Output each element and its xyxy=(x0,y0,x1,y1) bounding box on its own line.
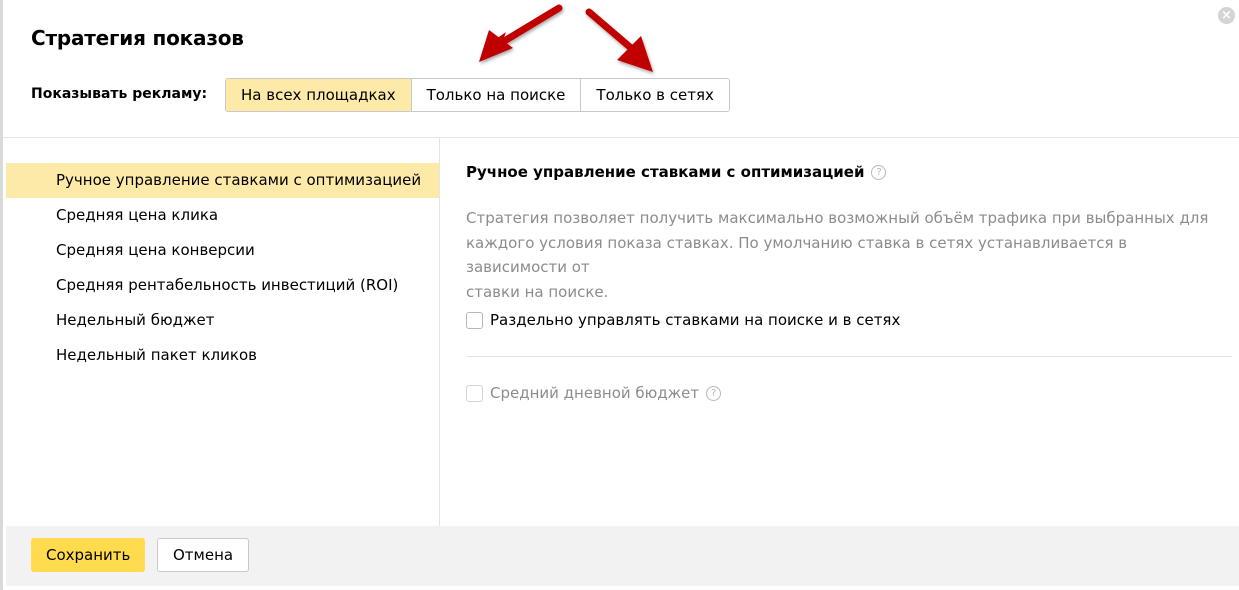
question-icon[interactable]: ? xyxy=(871,164,887,180)
strategy-detail-title-text: Ручное управление ставками с оптимизацие… xyxy=(466,163,865,181)
save-button[interactable]: Сохранить xyxy=(31,538,146,572)
strategy-detail-title: Ручное управление ставками с оптимизацие… xyxy=(466,163,887,181)
placement-label: Показывать рекламу: xyxy=(31,86,208,102)
strategy-item-roi[interactable]: Средняя рентабельность инвестиций (ROI) xyxy=(6,268,439,303)
options-divider xyxy=(466,356,1232,357)
strategy-item-weekly-clicks[interactable]: Недельный пакет кликов xyxy=(6,338,439,373)
strategy-item-manual-optimized[interactable]: Ручное управление ставками с оптимизацие… xyxy=(6,163,439,198)
arrow-icon xyxy=(479,4,563,62)
strategy-list: Ручное управление ставками с оптимизацие… xyxy=(6,163,439,373)
placement-option-all[interactable]: На всех площадках xyxy=(226,79,412,111)
daily-budget-option[interactable]: Средний дневной бюджет ? xyxy=(466,384,722,402)
question-icon[interactable]: ? xyxy=(706,385,722,401)
cancel-button[interactable]: Отмена xyxy=(157,538,250,572)
close-icon[interactable]: × xyxy=(1218,7,1235,24)
arrow-icon xyxy=(585,8,653,72)
separate-bids-label: Раздельно управлять ставками на поиске и… xyxy=(490,311,901,329)
description-line: Стратегия позволяет получить максимально… xyxy=(466,209,1209,227)
separate-bids-checkbox[interactable] xyxy=(466,311,483,329)
description-line: ставки на поиске. xyxy=(466,282,609,301)
dialog-title: Стратегия показов xyxy=(31,26,244,50)
strategy-dialog: Стратегия показов × Показывать рекламу: … xyxy=(0,0,1239,590)
column-divider xyxy=(439,138,440,526)
placement-selector: На всех площадках Только на поиске Тольк… xyxy=(225,78,730,112)
header-divider xyxy=(3,137,1239,138)
daily-budget-checkbox[interactable] xyxy=(466,384,483,402)
separate-bids-option[interactable]: Раздельно управлять ставками на поиске и… xyxy=(466,311,900,329)
daily-budget-label: Средний дневной бюджет xyxy=(490,384,700,402)
placement-option-networks[interactable]: Только в сетях xyxy=(581,79,729,111)
strategy-item-avg-cpa[interactable]: Средняя цена конверсии xyxy=(6,233,439,268)
description-line: каждого условия показа ставках. По умолч… xyxy=(466,233,1128,277)
strategy-description: Стратегия позволяет получить максимально… xyxy=(466,206,1226,304)
strategy-item-avg-cpc[interactable]: Средняя цена клика xyxy=(6,198,439,233)
strategy-item-weekly-budget[interactable]: Недельный бюджет xyxy=(6,303,439,338)
placement-option-search[interactable]: Только на поиске xyxy=(411,79,582,111)
